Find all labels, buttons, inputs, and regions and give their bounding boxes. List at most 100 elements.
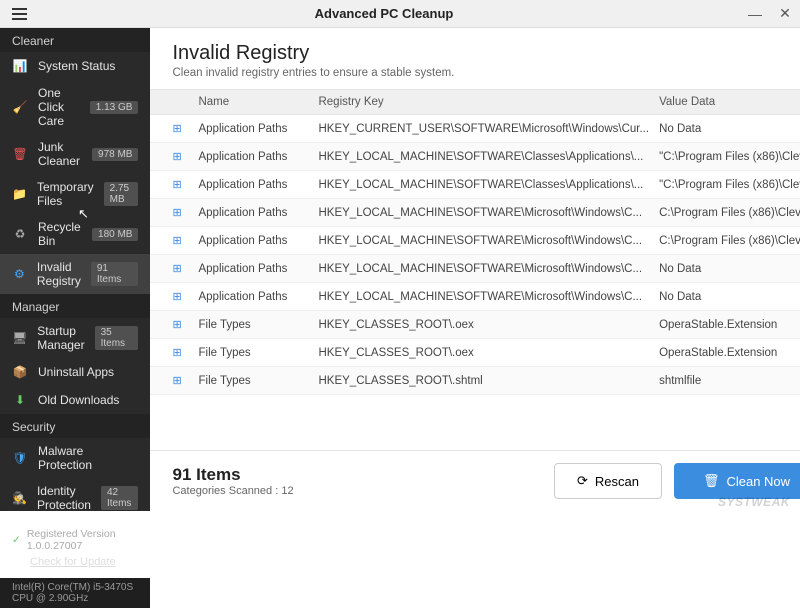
- table-header: Name Registry Key Value Data: [150, 89, 800, 115]
- cell-val: shtmlfile: [659, 375, 800, 387]
- cpu-info: Intel(R) Core(TM) i5-3470S CPU @ 2.90GHz: [0, 578, 150, 608]
- registry-icon: ⊞: [172, 150, 198, 163]
- table-row[interactable]: ⊞Application PathsHKEY_LOCAL_MACHINE\SOF…: [150, 255, 800, 283]
- cell-key: HKEY_LOCAL_MACHINE\SOFTWARE\Microsoft\Wi…: [318, 207, 659, 219]
- items-count: 91 Items: [172, 465, 541, 485]
- recycle-bin-icon: ♻: [12, 226, 28, 242]
- section-header: Security: [0, 414, 150, 438]
- col-val: Value Data: [659, 96, 800, 108]
- sidebar-item-label: One Click Care: [38, 86, 80, 128]
- page-subtitle: Clean invalid registry entries to ensure…: [172, 67, 800, 79]
- sidebar-item-old-downloads[interactable]: ⬇ Old Downloads: [0, 386, 150, 414]
- section-header: Cleaner: [0, 28, 150, 52]
- sidebar-item-identity-protection[interactable]: 🕵Identity Protection42 Items: [0, 478, 150, 518]
- section-header: Manager: [0, 294, 150, 318]
- sidebar-badge: 42 Items: [101, 486, 139, 510]
- cell-val: No Data: [659, 263, 800, 275]
- old-downloads-icon: ⬇: [12, 392, 28, 408]
- sidebar-item-label: Identity Protection: [37, 484, 91, 512]
- sidebar-badge: 978 MB: [92, 148, 138, 161]
- sidebar-item-startup-manager[interactable]: 🖥 Startup Manager 35 Items: [0, 318, 150, 358]
- rescan-button[interactable]: ⟳Rescan: [554, 463, 662, 499]
- registry-icon: ⊞: [172, 318, 198, 331]
- check-update-link[interactable]: Check for Update: [30, 556, 138, 568]
- cell-key: HKEY_CLASSES_ROOT\.shtml: [318, 375, 659, 387]
- table-row[interactable]: ⊞Application PathsHKEY_CURRENT_USER\SOFT…: [150, 115, 800, 143]
- cell-key: HKEY_LOCAL_MACHINE\SOFTWARE\Classes\Appl…: [318, 179, 659, 191]
- cell-key: HKEY_CURRENT_USER\SOFTWARE\Microsoft\Win…: [318, 123, 659, 135]
- sidebar-item-system-status[interactable]: 📊System Status: [0, 52, 150, 80]
- malware-protection-icon: 🛡: [12, 450, 28, 466]
- cell-name: Application Paths: [198, 291, 318, 303]
- sidebar-item-invalid-registry[interactable]: ⚙Invalid Registry91 Items: [0, 254, 150, 294]
- menu-icon[interactable]: [0, 8, 28, 20]
- table-row[interactable]: ⊞Application PathsHKEY_LOCAL_MACHINE\SOF…: [150, 171, 800, 199]
- minimize-button[interactable]: —: [740, 0, 770, 28]
- table-row[interactable]: ⊞Application PathsHKEY_LOCAL_MACHINE\SOF…: [150, 283, 800, 311]
- cell-val: OperaStable.Extension: [659, 347, 800, 359]
- cell-name: Application Paths: [198, 263, 318, 275]
- registry-icon: ⊞: [172, 234, 198, 247]
- table-row[interactable]: ⊞File TypesHKEY_CLASSES_ROOT\.shtmlshtml…: [150, 367, 800, 395]
- page-title: Invalid Registry: [172, 42, 800, 65]
- cell-key: HKEY_CLASSES_ROOT\.oex: [318, 319, 659, 331]
- cell-key: HKEY_LOCAL_MACHINE\SOFTWARE\Microsoft\Wi…: [318, 263, 659, 275]
- sidebar-item-label: Uninstall Apps: [38, 365, 138, 379]
- version-text: Registered Version 1.0.0.27007: [27, 528, 139, 552]
- cell-name: Application Paths: [198, 207, 318, 219]
- registry-icon: ⊞: [172, 178, 198, 191]
- col-name: Name: [198, 96, 318, 108]
- table-row[interactable]: ⊞Application PathsHKEY_LOCAL_MACHINE\SOF…: [150, 227, 800, 255]
- titlebar: Advanced PC Cleanup — ✕: [0, 0, 800, 28]
- cell-name: Application Paths: [198, 235, 318, 247]
- watermark: SYSTWEAK: [718, 495, 790, 509]
- sidebar-badge: 35 Items: [95, 326, 139, 350]
- sidebar-item-label: Temporary Files: [37, 180, 94, 208]
- content: Invalid Registry Clean invalid registry …: [150, 28, 800, 511]
- cell-val: "C:\Program Files (x86)\CleverFil...: [659, 179, 800, 191]
- cell-key: HKEY_LOCAL_MACHINE\SOFTWARE\Microsoft\Wi…: [318, 291, 659, 303]
- cell-key: HKEY_CLASSES_ROOT\.oex: [318, 347, 659, 359]
- cell-val: "C:\Program Files (x86)\CleverFil...: [659, 151, 800, 163]
- sidebar-item-label: Old Downloads: [38, 393, 138, 407]
- invalid-registry-icon: ⚙: [12, 266, 27, 282]
- system-status-icon: 📊: [12, 58, 28, 74]
- clean-now-button[interactable]: 🗑Clean Now: [674, 463, 800, 499]
- close-button[interactable]: ✕: [770, 0, 800, 28]
- registry-icon: ⊞: [172, 374, 198, 387]
- sidebar-item-recycle-bin[interactable]: ♻ Recycle Bin 180 MB: [0, 214, 150, 254]
- table-row[interactable]: ⊞Application PathsHKEY_LOCAL_MACHINE\SOF…: [150, 143, 800, 171]
- sidebar: Cleaner📊System Status🧹One Click Care1.13…: [0, 28, 150, 511]
- table-row[interactable]: ⊞File TypesHKEY_CLASSES_ROOT\.oexOperaSt…: [150, 339, 800, 367]
- cell-name: Application Paths: [198, 151, 318, 163]
- sidebar-badge: 2.75 MB: [104, 182, 139, 206]
- cell-name: File Types: [198, 319, 318, 331]
- cell-val: No Data: [659, 123, 800, 135]
- cell-val: OperaStable.Extension: [659, 319, 800, 331]
- trash-icon: 🗑: [703, 473, 720, 489]
- cell-name: File Types: [198, 347, 318, 359]
- sidebar-item-label: Startup Manager: [37, 324, 84, 352]
- registry-icon: ⊞: [172, 346, 198, 359]
- col-key: Registry Key: [318, 96, 659, 108]
- cell-key: HKEY_LOCAL_MACHINE\SOFTWARE\Microsoft\Wi…: [318, 235, 659, 247]
- sidebar-item-malware-protection[interactable]: 🛡Malware Protection: [0, 438, 150, 478]
- junk-cleaner-icon: 🗑: [12, 146, 28, 162]
- cell-key: HKEY_LOCAL_MACHINE\SOFTWARE\Classes\Appl…: [318, 151, 659, 163]
- sidebar-item-label: Junk Cleaner: [38, 140, 82, 168]
- startup-manager-icon: 🖥: [12, 330, 27, 346]
- table-row[interactable]: ⊞Application PathsHKEY_LOCAL_MACHINE\SOF…: [150, 199, 800, 227]
- sidebar-footer: ✓ Registered Version 1.0.0.27007 Check fo…: [0, 518, 150, 578]
- sidebar-item-uninstall-apps[interactable]: 📦Uninstall Apps: [0, 358, 150, 386]
- sidebar-item-one-click-care[interactable]: 🧹One Click Care1.13 GB: [0, 80, 150, 134]
- sidebar-item-label: Recycle Bin: [38, 220, 82, 248]
- table-row[interactable]: ⊞File TypesHKEY_CLASSES_ROOT\.oexOperaSt…: [150, 311, 800, 339]
- sidebar-item-label: Invalid Registry: [37, 260, 81, 288]
- sidebar-item-temporary-files[interactable]: 📁Temporary Files2.75 MB: [0, 174, 150, 214]
- sidebar-badge: 180 MB: [92, 228, 138, 241]
- cell-val: No Data: [659, 291, 800, 303]
- sidebar-item-junk-cleaner[interactable]: 🗑 Junk Cleaner 978 MB: [0, 134, 150, 174]
- check-icon: ✓: [12, 534, 21, 546]
- cell-name: Application Paths: [198, 179, 318, 191]
- registry-icon: ⊞: [172, 290, 198, 303]
